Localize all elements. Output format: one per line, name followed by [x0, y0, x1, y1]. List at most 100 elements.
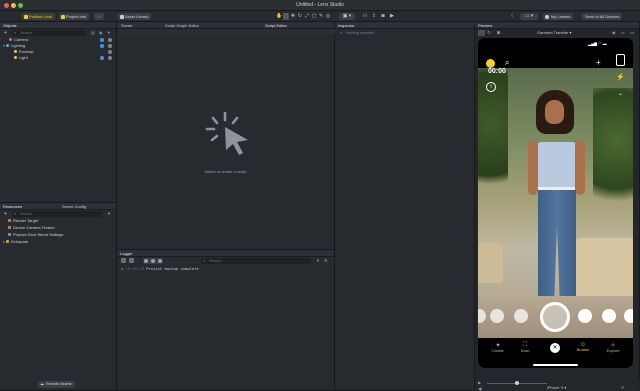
hand-tool-icon[interactable]: ✋ [276, 13, 282, 20]
sofa [573, 238, 633, 298]
nav-explore[interactable]: ✧ Explore [603, 342, 623, 353]
resources-search-input[interactable]: ⌕ Search... [12, 211, 102, 217]
lock-icon[interactable] [108, 50, 112, 54]
device-dropdown[interactable]: ▭ ▾ [520, 13, 538, 20]
move-tool-icon[interactable]: ✥ [290, 13, 296, 20]
timeline-scrubber[interactable] [515, 381, 519, 385]
preview-mode-icon[interactable] [478, 30, 485, 36]
error-filter-icon[interactable] [158, 259, 162, 263]
flip-camera-icon[interactable] [616, 54, 625, 66]
refresh-icon[interactable]: ↻ [487, 30, 493, 36]
camera-object-icon [9, 38, 12, 42]
lens-option[interactable] [624, 309, 633, 323]
publish-lens-button[interactable]: Publish Lens [22, 13, 55, 20]
aspect-icon[interactable]: ▭ [621, 30, 625, 36]
share-icon[interactable]: ⇪ [371, 13, 377, 20]
tree-item-light[interactable]: Light [14, 55, 28, 61]
lens-option[interactable] [578, 309, 592, 323]
capture-button[interactable] [540, 302, 570, 332]
person-vest [536, 142, 578, 190]
info-filter-icon[interactable] [144, 259, 148, 263]
visibility-toggle-icon[interactable] [100, 38, 104, 42]
theme-moon-icon[interactable]: ☾ [510, 13, 516, 20]
resource-item-label: Echopark [11, 239, 29, 244]
flash-icon[interactable]: ⚡ [616, 73, 625, 81]
people-icon[interactable]: ⚇ [362, 13, 368, 20]
tab-scene-config[interactable]: Scene Config [62, 203, 86, 210]
nav-scan[interactable]: ⛶ Scan [515, 342, 535, 353]
eye-icon[interactable]: ◉ [612, 30, 616, 36]
add-friend-icon[interactable]: + [596, 58, 601, 67]
project-info-button[interactable]: Project Info [59, 13, 90, 20]
paint-tool-icon[interactable]: ✎ [318, 13, 324, 20]
device-preview[interactable]: ⌕ + ⚡ ⌄ i 00:00 ▂▄▆ ◠ ▬ ✦ Create ⛶ Scan … [478, 38, 633, 368]
clear-log-icon[interactable] [121, 258, 126, 263]
lens-select[interactable]: Garment Transfer ▾ [537, 30, 571, 36]
logger-search-input[interactable]: ⌕ Search... [201, 258, 311, 264]
lock-icon[interactable] [108, 38, 112, 42]
rect-tool-icon[interactable]: ▢ [311, 13, 317, 20]
hint-tab[interactable]: Hl [94, 13, 104, 20]
gear-icon[interactable]: ⚙ [324, 258, 328, 263]
close-lens-icon[interactable]: ✕ [550, 343, 560, 353]
copy-log-icon[interactable] [129, 258, 134, 263]
visibility-toggle-icon[interactable] [100, 44, 104, 48]
lock-icon[interactable] [108, 56, 112, 60]
info-icon[interactable]: i [486, 82, 496, 92]
tab-scene[interactable]: Scene [121, 22, 132, 29]
nav-create[interactable]: ✦ Create [488, 342, 508, 353]
add-resource-icon[interactable]: + [4, 211, 7, 217]
scale-tool-icon[interactable]: ⤢ [304, 13, 310, 20]
select-tool-icon[interactable]: ⬚ [283, 13, 289, 20]
lens-option[interactable] [514, 309, 528, 323]
camera-icon[interactable]: ◙ [380, 13, 386, 20]
camera-icon[interactable]: ◙ [497, 30, 503, 36]
filter-list-icon[interactable]: ▤ [91, 30, 95, 35]
play-icon[interactable]: ▶ [478, 380, 481, 385]
send-to-devices-button[interactable]: Send to All Devices [582, 13, 623, 20]
log-level-toggles[interactable] [143, 258, 163, 264]
globe-icon[interactable]: ◎ [325, 13, 331, 20]
chevron-down-icon[interactable]: ▾ [3, 43, 5, 48]
volume-icon[interactable]: ◀) [478, 386, 482, 391]
tab-resources[interactable]: Resources [3, 204, 22, 209]
resource-item-physics-settings[interactable]: Physics Root World Settings [8, 232, 63, 238]
remote-assets-button[interactable]: ☁ Remote Assets [38, 381, 75, 388]
lock-icon[interactable] [108, 44, 112, 48]
visibility-toggle-icon[interactable] [100, 56, 104, 60]
filter-icon[interactable]: ▼ [316, 258, 320, 263]
tab-script-graph-editor[interactable]: Script Graph Editor [165, 22, 199, 29]
lens-option[interactable] [490, 309, 504, 323]
tree-item-label: Camera [14, 37, 29, 42]
chevron-down-icon[interactable]: ⌄ [618, 90, 623, 97]
inspector-empty-field: ⌕ Nothing selected [338, 30, 470, 36]
rotate-tool-icon[interactable]: ↻ [297, 13, 303, 20]
lens-option[interactable] [478, 309, 486, 323]
chevron-right-icon[interactable]: ▸ [3, 239, 5, 244]
log-message: Project backup complete [146, 266, 199, 271]
filter-icon[interactable]: ▼ [107, 211, 111, 216]
nav-browse[interactable]: ☺ Browse [573, 342, 593, 352]
resource-item-echopark[interactable]: ▸ Echopark [3, 239, 28, 245]
layout-dropdown[interactable]: ▣ ▾ [339, 13, 355, 20]
device-select[interactable]: iPhone X ▾ [547, 385, 566, 390]
resource-item-device-camera-texture[interactable]: Device Camera Texture [8, 225, 55, 231]
add-object-icon[interactable]: + [4, 30, 7, 36]
tab-script-editor[interactable]: Script Editor [265, 22, 287, 29]
eye-icon[interactable]: ◉ [99, 30, 103, 35]
warning-filter-icon[interactable] [151, 259, 155, 263]
bitmoji-avatar-icon[interactable] [486, 59, 495, 68]
objects-panel: Objects + ⌕ Search... ▤ ◉ ▼ Camera ▾ Lig… [0, 22, 117, 203]
resource-item-label: Device Camera Texture [13, 225, 55, 230]
video-icon[interactable]: ▶ [389, 13, 395, 20]
my-lenses-button[interactable]: My Lenses [543, 13, 574, 20]
objects-search-input[interactable]: ⌕ Search... [12, 30, 86, 36]
search-icon[interactable]: ⌕ [505, 58, 509, 68]
lens-option[interactable] [602, 309, 616, 323]
asset-library-button[interactable]: Asset Library [118, 13, 152, 20]
filter-icon[interactable]: ▼ [107, 30, 111, 35]
more-icon[interactable]: ⋯ [630, 385, 634, 390]
more-icon[interactable]: ••• [630, 30, 634, 36]
resource-item-render-target[interactable]: Render Target [8, 218, 38, 224]
rotate-device-icon[interactable]: ⟳ [621, 385, 624, 390]
